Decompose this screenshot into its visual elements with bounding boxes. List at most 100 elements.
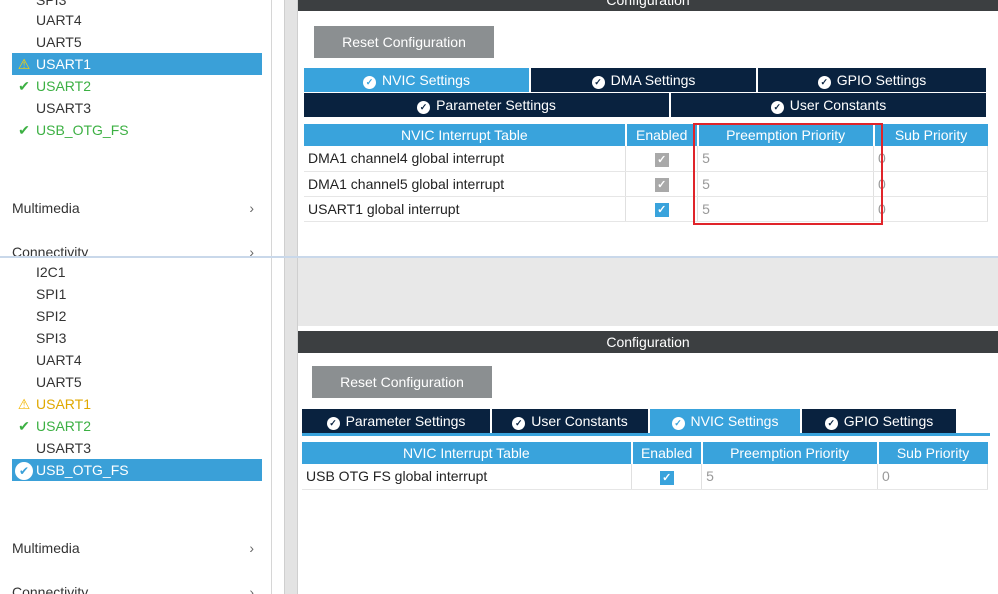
chevron-right-icon: › xyxy=(249,200,254,216)
sidebar-section-multimedia[interactable]: Multimedia › xyxy=(12,196,262,220)
sidebar-item-usart2[interactable]: ✔ USART2 xyxy=(12,415,262,437)
sidebar-item-usart3[interactable]: USART3 xyxy=(12,437,262,459)
check-circle-icon: ✓ xyxy=(417,101,431,114)
sidebar-item-spi3[interactable]: SPI3 xyxy=(12,327,262,349)
sidebar-item-usart1[interactable]: ⚠ USART1 xyxy=(12,393,262,415)
configuration-title-bar: Configuration xyxy=(298,331,998,353)
sidebar-section-connectivity[interactable]: Connectivity › xyxy=(12,580,262,594)
tab-parameter-settings[interactable]: ✓ Parameter Settings xyxy=(304,93,671,117)
checkmark-icon: ✔ xyxy=(18,78,30,94)
tab-row-1: ✓ NVIC Settings ✓ DMA Settings ✓ GPIO Setti… xyxy=(304,68,986,92)
section-label: Multimedia xyxy=(12,200,80,216)
checkmark-icon: ✔ xyxy=(18,418,30,434)
warning-triangle-icon: ⚠ xyxy=(17,56,31,72)
check-circle-icon: ✓ xyxy=(770,101,784,114)
chevron-right-icon: › xyxy=(249,244,254,256)
table-row[interactable]: DMA1 channel5 global interrupt ✓ 5 0 xyxy=(304,171,988,197)
configuration-title-bar: Configuration xyxy=(298,0,998,11)
nvic-interrupt-table: NVIC Interrupt Table Enabled Preemption … xyxy=(302,442,988,490)
circle-check-icon: ✔ xyxy=(14,459,34,481)
sub-priority-cell[interactable]: 0 xyxy=(873,171,988,197)
sidebar-section-multimedia[interactable]: Multimedia › xyxy=(12,536,262,560)
enabled-cell: ✓ xyxy=(631,464,703,490)
check-circle-icon: ✓ xyxy=(512,417,526,430)
reset-configuration-button[interactable]: Reset Configuration xyxy=(312,366,492,398)
sidebar-item-label: USART1 xyxy=(36,396,91,412)
tab-nvic-settings[interactable]: ✓ NVIC Settings xyxy=(650,409,802,433)
tab-row: ✓ Parameter Settings ✓ User Constants ✓ NVI… xyxy=(302,409,956,433)
tab-parameter-settings[interactable]: ✓ Parameter Settings xyxy=(302,409,492,433)
enabled-checkbox[interactable]: ✓ xyxy=(654,178,669,192)
enabled-cell: ✓ xyxy=(625,196,699,222)
interrupt-name: DMA1 channel5 global interrupt xyxy=(304,171,627,197)
sidebar-item-uart4[interactable]: UART4 xyxy=(12,349,262,371)
col-header-enabled[interactable]: Enabled xyxy=(625,124,699,146)
sidebar-item-uart5[interactable]: UART5 xyxy=(12,31,262,53)
sidebar-item-usart3[interactable]: USART3 xyxy=(12,97,262,119)
sidebar-item-usart1[interactable]: ⚠ USART1 xyxy=(12,53,262,75)
sidebar-item-uart5[interactable]: UART5 xyxy=(12,371,262,393)
tab-row-2: ✓ Parameter Settings ✓ User Constants xyxy=(304,93,986,117)
sidebar-section-connectivity[interactable]: Connectivity › xyxy=(12,240,262,256)
interrupt-name: USART1 global interrupt xyxy=(304,196,627,222)
enabled-checkbox[interactable]: ✓ xyxy=(654,203,669,217)
interrupt-name: USB OTG FS global interrupt xyxy=(302,464,633,490)
col-header-preemption[interactable]: Preemption Priority xyxy=(701,442,879,464)
sidebar-item-usart2[interactable]: ✔ USART2 xyxy=(12,75,262,97)
check-circle-icon: ✓ xyxy=(671,417,685,430)
sub-priority-cell[interactable]: 0 xyxy=(873,146,988,172)
panel-splitter[interactable] xyxy=(284,0,298,256)
table-row[interactable]: USB OTG FS global interrupt ✓ 5 0 xyxy=(302,464,988,490)
sub-priority-cell[interactable]: 0 xyxy=(877,464,988,490)
enabled-checkbox[interactable]: ✓ xyxy=(654,152,669,167)
checkmark-icon: ✔ xyxy=(18,122,30,138)
col-header-enabled[interactable]: Enabled xyxy=(631,442,703,464)
warning-triangle-icon: ⚠ xyxy=(17,396,31,412)
tab-user-constants[interactable]: ✓ User Constants xyxy=(671,93,986,117)
sidebar-item-spi1[interactable]: SPI1 xyxy=(12,283,262,305)
col-header-sub-priority[interactable]: Sub Priority xyxy=(877,442,988,464)
preemption-highlight-box xyxy=(693,123,883,225)
check-circle-icon: ✓ xyxy=(326,417,340,430)
sidebar-item-usb-otg-fs[interactable]: ✔ USB_OTG_FS xyxy=(12,119,262,141)
table-row[interactable]: USART1 global interrupt ✓ 5 0 xyxy=(304,196,988,222)
nvic-interrupt-table: NVIC Interrupt Table Enabled Preemption … xyxy=(304,124,988,222)
panel-splitter[interactable] xyxy=(284,258,298,594)
bottom-panel: I2C1 SPI1 SPI2 SPI3 UART4 UART5 ⚠ USART1… xyxy=(0,256,998,594)
sidebar-item-i2c1[interactable]: I2C1 xyxy=(12,261,262,283)
col-header-interrupt[interactable]: NVIC Interrupt Table xyxy=(304,124,627,146)
configuration-pane: Configuration Reset Configuration ✓ NVIC … xyxy=(298,0,998,256)
chevron-right-icon: › xyxy=(249,584,254,594)
tab-gpio-settings[interactable]: ✓ GPIO Settings xyxy=(758,68,986,92)
preemption-priority-cell[interactable]: 5 xyxy=(701,464,879,490)
section-label: Connectivity xyxy=(12,584,89,594)
enabled-cell: ✓ xyxy=(625,146,699,172)
check-circle-icon: ✓ xyxy=(363,76,377,89)
sub-priority-cell[interactable]: 0 xyxy=(873,196,988,222)
top-panel: SPI3 UART4 UART5 ⚠ USART1 ✔ USART2 USART… xyxy=(0,0,998,256)
configuration-pane: Configuration Reset Configuration ✓ Param… xyxy=(298,258,998,594)
enabled-checkbox[interactable]: ✓ xyxy=(659,470,674,485)
sidebar-item-label: USART2 xyxy=(36,78,91,94)
check-circle-icon: ✓ xyxy=(817,76,831,89)
sidebar-item-uart4[interactable]: UART4 xyxy=(12,9,262,31)
tab-gpio-settings[interactable]: ✓ GPIO Settings xyxy=(802,409,956,433)
check-circle-icon: ✓ xyxy=(824,417,838,430)
peripheral-sidebar: I2C1 SPI1 SPI2 SPI3 UART4 UART5 ⚠ USART1… xyxy=(0,258,272,594)
col-header-interrupt[interactable]: NVIC Interrupt Table xyxy=(302,442,633,464)
tab-underline xyxy=(302,433,990,436)
col-header-sub-priority[interactable]: Sub Priority xyxy=(873,124,988,146)
check-circle-icon: ✓ xyxy=(591,76,605,89)
interrupt-name: DMA1 channel4 global interrupt xyxy=(304,146,627,172)
tab-dma-settings[interactable]: ✓ DMA Settings xyxy=(531,68,758,92)
tab-user-constants[interactable]: ✓ User Constants xyxy=(492,409,650,433)
sidebar-item-label: USB_OTG_FS xyxy=(36,122,129,138)
sidebar-item-usb-otg-fs[interactable]: ✔ USB_OTG_FS xyxy=(12,459,262,481)
table-row[interactable]: DMA1 channel4 global interrupt ✓ 5 0 xyxy=(304,146,988,172)
peripheral-sidebar: SPI3 UART4 UART5 ⚠ USART1 ✔ USART2 USART… xyxy=(0,0,272,256)
enabled-cell: ✓ xyxy=(625,171,699,197)
tab-nvic-settings[interactable]: ✓ NVIC Settings xyxy=(304,68,531,92)
section-label: Connectivity xyxy=(12,244,89,256)
sidebar-item-spi2[interactable]: SPI2 xyxy=(12,305,262,327)
reset-configuration-button[interactable]: Reset Configuration xyxy=(314,26,494,58)
